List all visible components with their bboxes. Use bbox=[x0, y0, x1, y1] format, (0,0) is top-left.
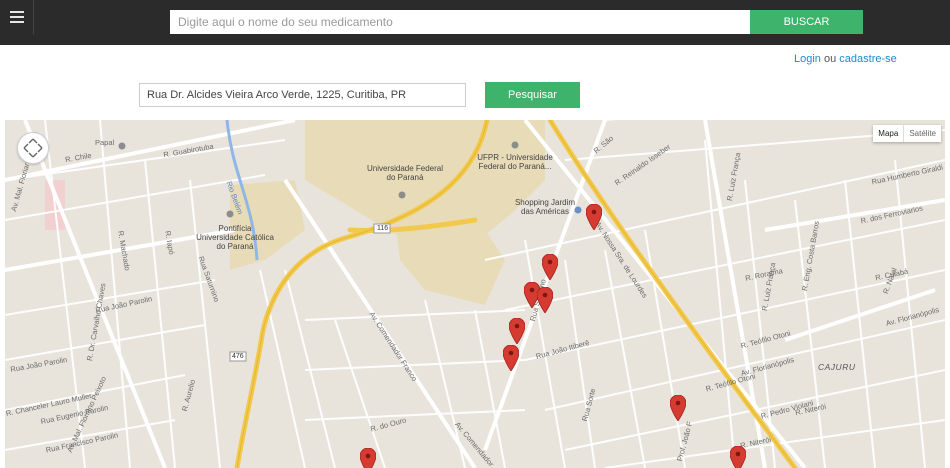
map-pan-control[interactable] bbox=[17, 132, 49, 164]
highway-shield-label: 116 bbox=[377, 225, 389, 232]
auth-links: Login ou cadastre-se bbox=[794, 53, 897, 65]
login-link[interactable]: Login bbox=[794, 53, 821, 65]
pharmacy-marker-icon[interactable] bbox=[586, 204, 602, 230]
map-label: Universidade Federal do Paraná bbox=[366, 164, 444, 182]
map-label: Pontifícia Universidade Católica do Para… bbox=[196, 224, 274, 251]
pharmacy-marker-icon[interactable] bbox=[503, 345, 519, 371]
map[interactable]: R. Chile Papal R. Guabirotuba Av. Mal. F… bbox=[5, 120, 945, 468]
pharmacy-marker-icon[interactable] bbox=[537, 287, 553, 313]
medication-search-input[interactable] bbox=[170, 10, 750, 34]
pharmacy-marker-icon[interactable] bbox=[730, 446, 746, 468]
map-label: Shopping Jardim das Américas bbox=[514, 198, 576, 216]
map-label: Papal bbox=[95, 138, 115, 147]
map-label: UFPR - Universidade Federal do Paraná... bbox=[477, 153, 553, 171]
address-input[interactable] bbox=[139, 83, 466, 107]
map-type-satellite[interactable]: Satélite bbox=[903, 125, 941, 142]
menu-button[interactable] bbox=[0, 0, 34, 34]
pharmacy-marker-icon[interactable] bbox=[509, 318, 525, 344]
signup-link[interactable]: cadastre-se bbox=[839, 53, 896, 65]
search-address-button[interactable]: Pesquisar bbox=[485, 82, 580, 108]
map-type-control: Mapa Satélite bbox=[873, 125, 941, 142]
top-bar: BUSCAR bbox=[0, 0, 950, 45]
hamburger-icon bbox=[9, 11, 24, 23]
map-label: CAJURU bbox=[818, 362, 856, 372]
pharmacy-marker-icon[interactable] bbox=[542, 254, 558, 280]
pan-arrows-icon bbox=[23, 138, 43, 158]
search-button[interactable]: BUSCAR bbox=[750, 10, 863, 34]
highway-shield-label: 476 bbox=[232, 353, 244, 360]
pharmacy-marker-icon[interactable] bbox=[670, 395, 686, 421]
auth-separator: ou bbox=[823, 53, 837, 65]
map-type-map[interactable]: Mapa bbox=[873, 125, 903, 142]
pharmacy-marker-icon[interactable] bbox=[360, 448, 376, 468]
